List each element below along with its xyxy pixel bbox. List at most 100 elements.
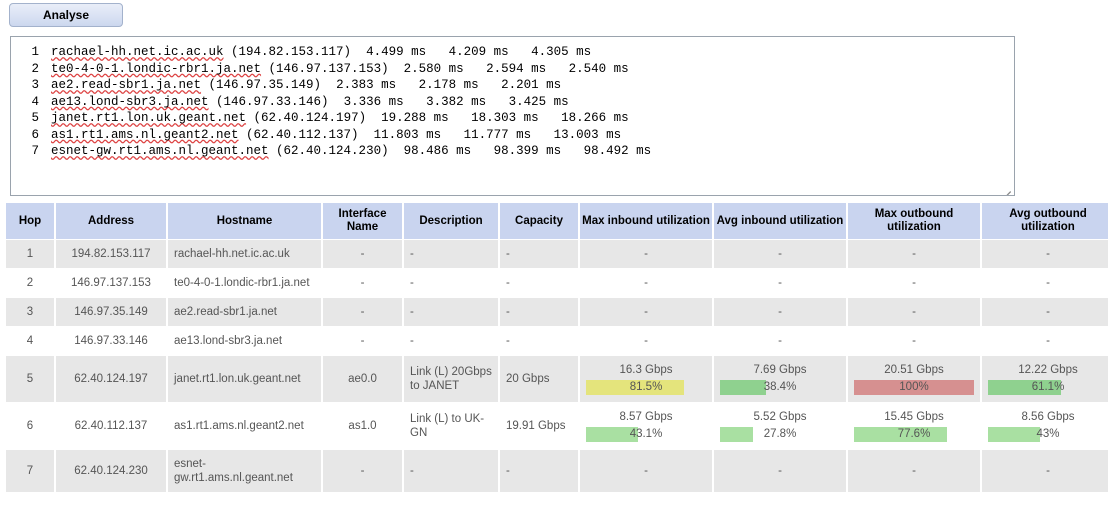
traceroute-hostname: as1.rt1.ams.nl.geant2.net bbox=[51, 127, 239, 142]
utilization-percent-label: 43% bbox=[1036, 428, 1060, 440]
cell-max-outbound-utilization: 20.51 Gbps 100% bbox=[848, 356, 980, 402]
table-row[interactable]: 5 62.40.124.197 janet.rt1.lon.uk.geant.net… bbox=[6, 356, 1108, 402]
traceroute-textarea[interactable]: 1 rachael-hh.net.ic.ac.uk (194.82.153.117… bbox=[10, 36, 1015, 196]
traceroute-ip: (62.40.112.137) bbox=[238, 127, 359, 142]
cell-interface-name: - bbox=[323, 450, 402, 492]
traceroute-line: 3 ae2.read-sbr1.ja.net (146.97.35.149) 2.… bbox=[17, 77, 1010, 94]
cell-max-outbound-utilization: - bbox=[848, 450, 980, 492]
cell-max-outbound-utilization: - bbox=[848, 327, 980, 355]
traceroute-analysis-page: Analyse 1 rachael-hh.net.ic.ac.uk (194.82… bbox=[0, 0, 1108, 509]
cell-interface-name: ae0.0 bbox=[323, 356, 402, 402]
cell-description: - bbox=[404, 450, 498, 492]
textarea-resize-handle[interactable] bbox=[1000, 181, 1013, 195]
col-header-avg-outbound-utilization[interactable]: Avg outbound utilization bbox=[982, 203, 1108, 239]
cell-description: Link (L) 20Gbps to JANET bbox=[404, 356, 498, 402]
cell-capacity: - bbox=[500, 240, 578, 268]
col-header-hostname[interactable]: Hostname bbox=[168, 203, 321, 239]
table-body: 1 194.82.153.117 rachael-hh.net.ic.ac.uk - -… bbox=[6, 240, 1108, 492]
cell-hostname: ae13.lond-sbr3.ja.net bbox=[168, 327, 321, 355]
cell-capacity: - bbox=[500, 298, 578, 326]
cell-max-inbound-utilization: - bbox=[580, 298, 712, 326]
utilization-bar: 38.4% bbox=[720, 380, 840, 395]
cell-max-outbound-utilization: 15.45 Gbps 77.6% bbox=[848, 403, 980, 449]
utilization-bar: 43.1% bbox=[586, 427, 706, 442]
traceroute-rtts: 2.383 ms 2.178 ms 2.201 ms bbox=[321, 78, 562, 92]
col-header-address[interactable]: Address bbox=[56, 203, 166, 239]
cell-avg-outbound-utilization: - bbox=[982, 240, 1108, 268]
results-table-wrapper: Hop Address Hostname Interface Name Desc… bbox=[4, 202, 1108, 493]
traceroute-ip: (194.82.153.117) bbox=[223, 45, 352, 59]
traceroute-content: 1 rachael-hh.net.ic.ac.uk (194.82.153.117… bbox=[11, 37, 1014, 160]
cell-hop: 3 bbox=[6, 298, 54, 326]
utilization-bar: 100% bbox=[854, 380, 974, 395]
cell-max-inbound-utilization: - bbox=[580, 269, 712, 297]
traceroute-line: 6 as1.rt1.ams.nl.geant2.net (62.40.112.13… bbox=[17, 127, 1010, 144]
traceroute-hop-number: 2 bbox=[31, 61, 39, 76]
traceroute-hop-number: 1 bbox=[31, 45, 39, 59]
cell-interface-name: - bbox=[323, 240, 402, 268]
cell-avg-inbound-utilization: - bbox=[714, 298, 846, 326]
cell-avg-inbound-utilization: 5.52 Gbps 27.8% bbox=[714, 403, 846, 449]
cell-max-inbound-utilization: - bbox=[580, 327, 712, 355]
col-header-max-inbound-utilization[interactable]: Max inbound utilization bbox=[580, 203, 712, 239]
cell-hop: 5 bbox=[6, 356, 54, 402]
table-row[interactable]: 2 146.97.137.153 te0-4-0-1.londic-rbr1.ja.… bbox=[6, 269, 1108, 297]
cell-avg-outbound-utilization: 8.56 Gbps 43% bbox=[982, 403, 1108, 449]
traceroute-hostname: janet.rt1.lon.uk.geant.net bbox=[51, 111, 247, 125]
col-header-avg-inbound-utilization[interactable]: Avg inbound utilization bbox=[714, 203, 846, 239]
cell-address: 194.82.153.117 bbox=[56, 240, 166, 268]
utilization-percent-label: 100% bbox=[899, 381, 929, 393]
cell-hop: 2 bbox=[6, 269, 54, 297]
traceroute-hop-number: 7 bbox=[31, 144, 39, 158]
cell-avg-outbound-utilization: - bbox=[982, 298, 1108, 326]
traceroute-hostname: ae2.read-sbr1.ja.net bbox=[51, 78, 202, 92]
col-header-interface-name[interactable]: Interface Name bbox=[323, 203, 402, 239]
traceroute-hostname: te0-4-0-1.londic-rbr1.ja.net bbox=[51, 61, 262, 76]
col-header-capacity[interactable]: Capacity bbox=[500, 203, 578, 239]
traceroute-ip: (62.40.124.197) bbox=[246, 111, 367, 125]
hop-results-table: Hop Address Hostname Interface Name Desc… bbox=[4, 202, 1108, 493]
traceroute-ip: (146.97.33.146) bbox=[208, 94, 329, 109]
traceroute-ip: (62.40.124.230) bbox=[268, 144, 389, 158]
cell-address: 62.40.112.137 bbox=[56, 403, 166, 449]
table-row[interactable]: 4 146.97.33.146 ae13.lond-sbr3.ja.net - - - - -… bbox=[6, 327, 1108, 355]
cell-hostname: rachael-hh.net.ic.ac.uk bbox=[168, 240, 321, 268]
cell-max-outbound-utilization: - bbox=[848, 269, 980, 297]
utilization-rate: 15.45 Gbps bbox=[884, 411, 944, 423]
utilization-bar: 81.5% bbox=[586, 380, 706, 395]
traceroute-line: 4 ae13.lond-sbr3.ja.net (146.97.33.146) 3… bbox=[17, 94, 1010, 111]
cell-hostname: ae2.read-sbr1.ja.net bbox=[168, 298, 321, 326]
cell-interface-name: - bbox=[323, 269, 402, 297]
cell-description: Link (L) to UK-GN bbox=[404, 403, 498, 449]
cell-max-outbound-utilization: - bbox=[848, 240, 980, 268]
traceroute-hostname: esnet-gw.rt1.ams.nl.geant.net bbox=[51, 144, 269, 158]
cell-description: - bbox=[404, 240, 498, 268]
cell-avg-outbound-utilization: - bbox=[982, 450, 1108, 492]
table-row[interactable]: 7 62.40.124.230 esnet-gw.rt1.ams.nl.geant.… bbox=[6, 450, 1108, 492]
col-header-description[interactable]: Description bbox=[404, 203, 498, 239]
table-row[interactable]: 1 194.82.153.117 rachael-hh.net.ic.ac.uk - -… bbox=[6, 240, 1108, 268]
table-header-row: Hop Address Hostname Interface Name Desc… bbox=[6, 203, 1108, 239]
utilization-rate: 16.3 Gbps bbox=[619, 364, 673, 376]
analyse-button[interactable]: Analyse bbox=[9, 3, 123, 27]
table-row[interactable]: 3 146.97.35.149 ae2.read-sbr1.ja.net - - - - - -… bbox=[6, 298, 1108, 326]
cell-hop: 4 bbox=[6, 327, 54, 355]
cell-address: 146.97.33.146 bbox=[56, 327, 166, 355]
cell-description: - bbox=[404, 269, 498, 297]
traceroute-line: 7 esnet-gw.rt1.ams.nl.geant.net (62.40.12… bbox=[17, 143, 1010, 160]
col-header-hop[interactable]: Hop bbox=[6, 203, 54, 239]
toolbar: Analyse bbox=[0, 0, 1108, 32]
table-row[interactable]: 6 62.40.112.137 as1.rt1.ams.nl.geant2.net a… bbox=[6, 403, 1108, 449]
col-header-max-outbound-utilization[interactable]: Max outbound utilization bbox=[848, 203, 980, 239]
traceroute-hop-number: 3 bbox=[31, 78, 39, 92]
traceroute-rtts: 98.486 ms 98.399 ms 98.492 ms bbox=[388, 144, 652, 158]
cell-avg-outbound-utilization: 12.22 Gbps 61.1% bbox=[982, 356, 1108, 402]
traceroute-hop-number: 5 bbox=[31, 111, 39, 125]
traceroute-rtts: 11.803 ms 11.777 ms 13.003 ms bbox=[358, 127, 622, 142]
cell-description: - bbox=[404, 298, 498, 326]
cell-hop: 1 bbox=[6, 240, 54, 268]
cell-hostname: as1.rt1.ams.nl.geant2.net bbox=[168, 403, 321, 449]
traceroute-line: 2 te0-4-0-1.londic-rbr1.ja.net (146.97.13… bbox=[17, 61, 1010, 78]
utilization-percent-label: 38.4% bbox=[763, 381, 797, 393]
cell-max-inbound-utilization: - bbox=[580, 450, 712, 492]
